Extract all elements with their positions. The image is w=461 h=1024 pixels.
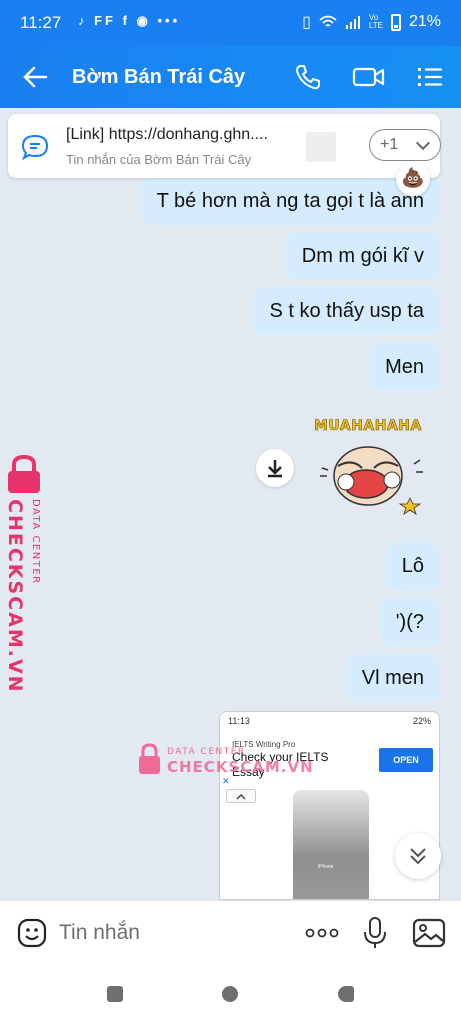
system-nav-bar	[0, 966, 461, 1024]
status-time: 11:27	[20, 13, 62, 32]
message-bubble[interactable]: Men	[369, 343, 440, 391]
download-icon	[268, 460, 282, 478]
laughing-face-icon	[320, 446, 423, 515]
phone-photo: iPhone	[293, 790, 369, 899]
pinned-link-text: [Link] https://donhang.ghn....	[66, 126, 268, 143]
lock-icon	[139, 743, 160, 774]
message-composer: Tin nhắn	[0, 900, 461, 966]
recents-icon[interactable]	[107, 986, 123, 1002]
pinned-sender-text: Tin nhắn của Bờm Bán Trái Cây	[66, 152, 252, 167]
wifi-icon	[319, 15, 337, 27]
home-icon[interactable]	[222, 986, 238, 1002]
collapse-icon	[226, 789, 256, 803]
status-right: ▯ Vo LTE 21%	[302, 12, 441, 32]
reaction-poo-icon[interactable]: 💩	[396, 162, 430, 196]
watermark-subtitle: DATA CENTER	[30, 499, 41, 585]
chat-bubble-icon	[21, 134, 49, 161]
link-thumbnail	[306, 132, 336, 162]
more-options-icon[interactable]	[304, 919, 340, 947]
signal-icon	[345, 16, 360, 29]
message-bubble[interactable]: Dm m gói kĩ v	[285, 232, 440, 280]
menu-list-icon[interactable]	[415, 62, 445, 92]
back-arrow-icon[interactable]	[20, 62, 50, 92]
laughing-sticker[interactable]: MUAHAHAHA	[302, 418, 440, 518]
download-button[interactable]	[256, 449, 294, 487]
message-bubble[interactable]: T bé hơn mà ng ta gọi t là anh	[140, 177, 440, 225]
notification-icons: ♪ FF f ◉ •••	[78, 13, 181, 28]
video-call-icon[interactable]	[352, 62, 386, 92]
battery-icon	[390, 13, 401, 31]
lock-icon	[8, 455, 40, 493]
preview-status-bar: 11:13 22%	[220, 712, 439, 732]
back-icon[interactable]	[338, 986, 354, 1002]
battery-percent: 21%	[408, 13, 441, 30]
status-bar: 11:27 ♪ FF f ◉ ••• ▯ Vo LTE 21%	[0, 0, 461, 46]
preview-battery: 22%	[412, 716, 431, 726]
message-bubble[interactable]: ')(?	[379, 598, 440, 646]
watermark-subtitle: DATA CENTER	[167, 747, 246, 757]
watermark-brand: CHECKSCAM.VN	[4, 499, 26, 694]
sticker-emoji-icon[interactable]	[16, 917, 48, 949]
vibrate-icon: ▯	[302, 14, 311, 31]
preview-time: 11:13	[228, 716, 250, 726]
image-gallery-icon[interactable]	[412, 917, 446, 949]
message-input[interactable]: Tin nhắn	[59, 921, 140, 945]
volte-icon: Vo LTE	[368, 13, 383, 30]
pinned-message-bar[interactable]: [Link] https://donhang.ghn.... Tin nhắn …	[8, 114, 441, 178]
ad-open-button: OPEN	[379, 748, 433, 772]
phone-call-icon[interactable]	[293, 62, 323, 92]
watermark-brand: CHECKSCAM.VN	[167, 758, 314, 776]
pinned-more-button[interactable]: +1	[369, 129, 441, 161]
phone-label: iPhone	[318, 864, 334, 870]
message-bubble[interactable]: Vl men	[345, 654, 440, 702]
message-bubble[interactable]: Lô	[385, 542, 440, 590]
chat-title[interactable]: Bờm Bán Trái Cây	[72, 66, 245, 89]
scroll-to-bottom-button[interactable]	[395, 833, 441, 879]
checkscam-mid-watermark: DATA CENTER CHECKSCAM.VN	[137, 742, 313, 778]
message-bubble[interactable]: S t ko thấy usp ta	[253, 287, 440, 335]
microphone-icon[interactable]	[360, 916, 390, 950]
chat-header: Bờm Bán Trái Cây	[0, 46, 461, 108]
pinned-more-count: +1	[380, 136, 399, 153]
chevron-down-icon	[415, 135, 431, 151]
double-chevron-down-icon	[410, 848, 426, 865]
checkscam-side-watermark: CHECKSCAM.VN DATA CENTER	[4, 455, 48, 694]
